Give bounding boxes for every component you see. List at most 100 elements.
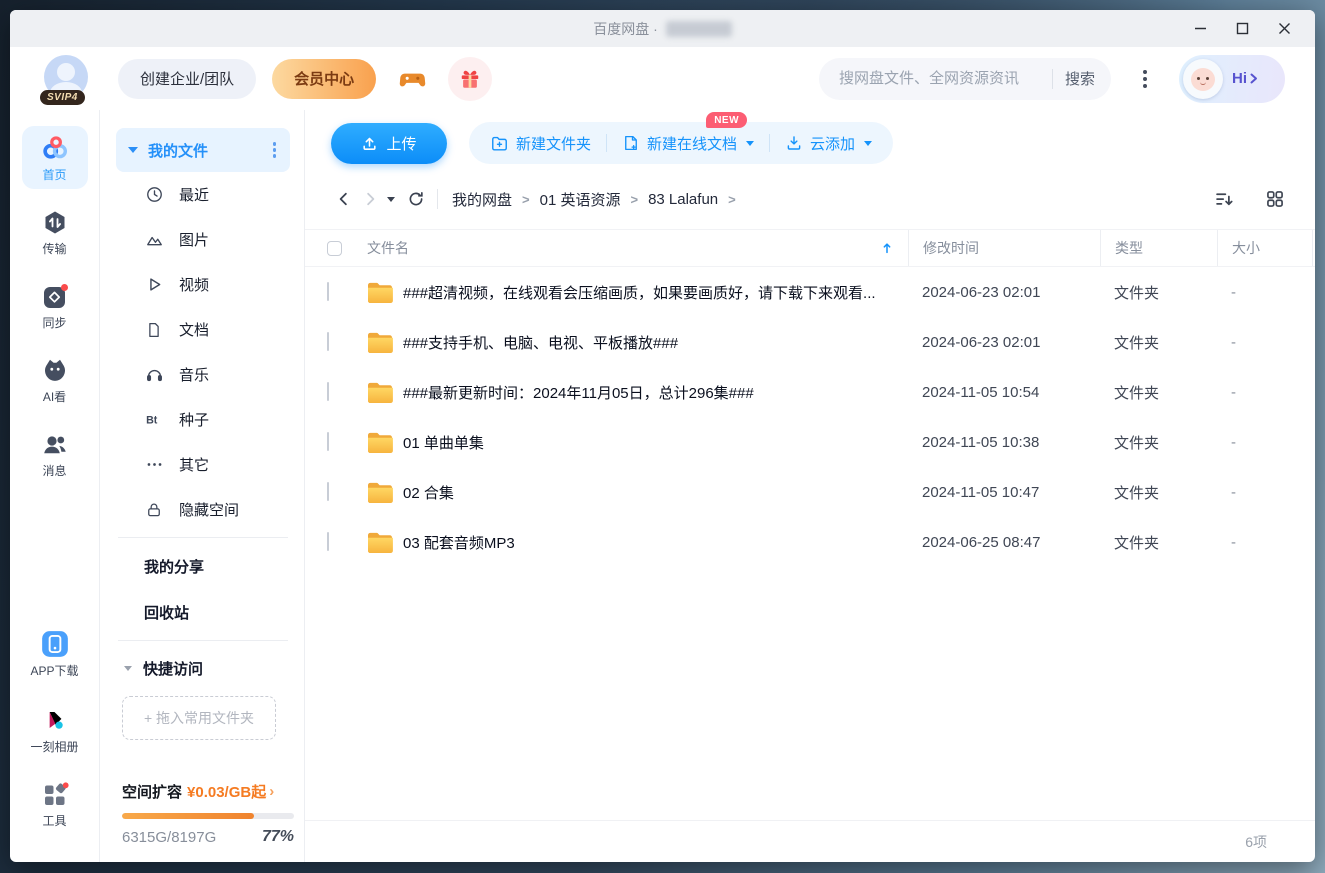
messages-icon <box>41 431 69 459</box>
sidebar-item-quick-access[interactable]: 快捷访问 <box>116 646 290 690</box>
rail-item[interactable]: 同步 <box>22 276 88 337</box>
sidebar-category[interactable]: 图片 <box>116 217 290 262</box>
breadcrumb-item[interactable]: 我的网盘 <box>452 189 512 210</box>
expand-storage-link[interactable]: 空间扩容 ¥0.03/GB起 › <box>122 781 284 802</box>
rail-item[interactable]: 一刻相册 <box>22 698 88 761</box>
rail-item[interactable]: 工具 <box>22 774 88 835</box>
table-row[interactable]: 02 合集 2024-11-05 10:47 文件夹 - <box>305 467 1315 517</box>
sidebar-category[interactable]: 隐藏空间 <box>116 487 290 532</box>
sort-asc-icon[interactable] <box>880 241 894 255</box>
breadcrumb-separator-icon: > <box>630 191 639 207</box>
rail-item[interactable]: APP下载 <box>22 622 88 685</box>
new-folder-button[interactable]: 新建文件夹 <box>475 122 606 164</box>
table-header: 文件名 修改时间 类型 大小 <box>305 229 1315 267</box>
rail-item[interactable]: 首页 <box>21 126 88 189</box>
gift-icon[interactable] <box>448 56 493 101</box>
sidebar-item-recycle-bin[interactable]: 回收站 <box>116 589 290 635</box>
file-name[interactable]: 01 单曲单集 <box>403 432 908 453</box>
member-center-button[interactable]: 会员中心 <box>272 58 377 99</box>
table-row[interactable]: 01 单曲单集 2024-11-05 10:38 文件夹 - <box>305 417 1315 467</box>
file-size: - <box>1231 283 1236 301</box>
user-greeting-pill[interactable]: Hi <box>1179 54 1285 103</box>
greeting-label: Hi <box>1232 70 1247 87</box>
sort-order-icon[interactable] <box>1210 185 1239 214</box>
rail-item[interactable]: 传输 <box>22 202 88 263</box>
game-icon[interactable] <box>390 57 434 101</box>
history-dropdown-icon[interactable] <box>387 196 395 202</box>
column-size[interactable]: 大小 <box>1217 230 1313 266</box>
table-row[interactable]: ###超清视频，在线观看会压缩画质，如果要画质好，请下载下来观看... 2024… <box>305 267 1315 317</box>
file-modified: 2024-06-25 08:47 <box>922 533 1041 551</box>
file-type: 文件夹 <box>1114 434 1160 452</box>
file-size: - <box>1231 483 1236 501</box>
status-bar: 6项 <box>305 820 1315 862</box>
upload-button[interactable]: 上传 <box>331 122 447 164</box>
column-modified[interactable]: 修改时间 <box>908 230 1100 266</box>
cloud-add-button[interactable]: 云添加 <box>770 122 887 164</box>
row-checkbox[interactable] <box>327 482 329 501</box>
row-checkbox[interactable] <box>327 332 329 351</box>
row-checkbox[interactable] <box>327 432 329 451</box>
storage-percent: 77% <box>261 828 294 845</box>
upload-icon <box>363 137 377 150</box>
search-input[interactable] <box>839 70 1040 87</box>
forward-button[interactable] <box>357 186 383 212</box>
search-button[interactable]: 搜索 <box>1065 68 1095 89</box>
refresh-button[interactable] <box>403 186 429 212</box>
sidebar-category[interactable]: 最近 <box>116 172 290 217</box>
table-row[interactable]: ###最新更新时间：2024年11月05日，总计296集### 2024-11-… <box>305 367 1315 417</box>
maximize-button[interactable] <box>1221 10 1263 47</box>
storage-panel: 空间扩容 ¥0.03/GB起 › 6315G/8197G 77% <box>116 781 294 848</box>
file-size: - <box>1231 333 1236 351</box>
titlebar[interactable]: 百度网盘 · <box>10 10 1315 47</box>
grid-view-icon[interactable] <box>1261 185 1289 213</box>
sidebar-category[interactable]: 其它 <box>116 442 290 487</box>
file-name[interactable]: 02 合集 <box>403 482 908 503</box>
new-online-doc-button[interactable]: NEW 新建在线文档 <box>607 112 769 164</box>
app-header: SVIP4 创建企业/团队 会员中心 搜索 Hi <box>10 47 1315 110</box>
favorite-folder-drop-zone[interactable]: + 拖入常用文件夹 <box>122 696 276 740</box>
back-button[interactable] <box>331 186 357 212</box>
row-checkbox[interactable] <box>327 282 329 301</box>
file-type: 文件夹 <box>1114 484 1160 502</box>
my-files-menu-icon[interactable] <box>269 138 281 162</box>
sidebar-item-my-share[interactable]: 我的分享 <box>116 543 290 589</box>
file-type: 文件夹 <box>1114 334 1160 352</box>
sidebar-item-my-files[interactable]: 我的文件 <box>116 128 290 172</box>
app-window: 百度网盘 · SVIP4 创建企业/团队 会员中心 搜网盘文件、全网资源资讯 搜… <box>10 10 1315 862</box>
file-name[interactable]: ###最新更新时间：2024年11月05日，总计296集### <box>403 382 908 403</box>
breadcrumb-item[interactable]: 01 英语资源 <box>540 189 621 210</box>
collapse-arrow-icon[interactable] <box>128 147 138 153</box>
row-checkbox[interactable] <box>327 532 329 551</box>
storage-usage: 6315G/8197G <box>122 828 217 846</box>
sidebar-category[interactable]: 文档 <box>116 307 290 352</box>
create-team-button[interactable]: 创建企业/团队 <box>118 58 257 99</box>
table-row[interactable]: ###支持手机、电脑、电视、平板播放### 2024-06-23 02:01 文… <box>305 317 1315 367</box>
file-name[interactable]: 03 配套音频MP3 <box>403 532 908 553</box>
row-checkbox[interactable] <box>327 382 329 401</box>
close-button[interactable] <box>1263 10 1305 47</box>
collapse-arrow-icon[interactable] <box>124 665 132 671</box>
rail-item[interactable]: 消息 <box>22 424 88 485</box>
file-name[interactable]: ###超清视频，在线观看会压缩画质，如果要画质好，请下载下来观看... <box>403 282 908 303</box>
sidebar-category[interactable]: 音乐 <box>116 352 290 397</box>
sidebar-category[interactable]: Bt 种子 <box>116 397 290 442</box>
transfer-icon <box>41 209 69 237</box>
folder-icon <box>368 532 393 553</box>
photos-icon <box>40 705 70 735</box>
sidebar-category[interactable]: 视频 <box>116 262 290 307</box>
column-name[interactable]: 文件名 <box>367 238 409 258</box>
video-icon <box>144 275 164 294</box>
table-row[interactable]: 03 配套音频MP3 2024-06-25 08:47 文件夹 - <box>305 517 1315 567</box>
file-browser: 上传 新建文件夹 NEW 新建在线文档 云添加 我的网盘 > 01 英语资源 >… <box>305 110 1315 862</box>
column-type[interactable]: 类型 <box>1100 230 1217 266</box>
file-name[interactable]: ###支持手机、电脑、电视、平板播放### <box>403 332 908 353</box>
more-menu-icon[interactable] <box>1137 64 1153 94</box>
account-avatar[interactable]: SVIP4 <box>40 54 92 105</box>
minimize-button[interactable] <box>1179 10 1221 47</box>
file-modified: 2024-11-05 10:47 <box>922 483 1040 501</box>
breadcrumb-item[interactable]: 83 Lalafun <box>648 191 718 208</box>
select-all-checkbox[interactable] <box>327 240 342 256</box>
rail-item[interactable]: AI看 <box>22 350 88 411</box>
divider <box>118 640 288 641</box>
